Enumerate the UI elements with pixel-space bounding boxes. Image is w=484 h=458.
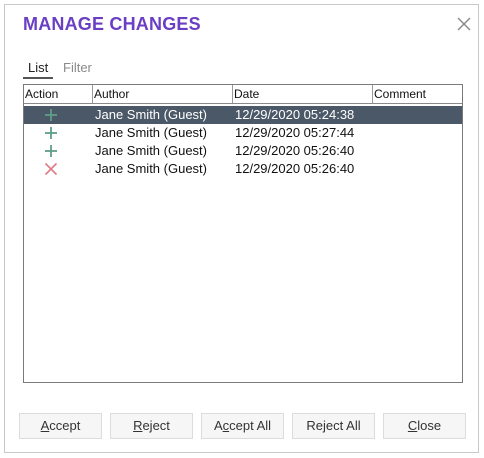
accept-all-button[interactable]: Accept All [201, 413, 284, 439]
comment-cell [375, 106, 462, 124]
table-row[interactable]: Jane Smith (Guest) 12/29/2020 05:24:38 [24, 106, 462, 124]
table-header: Action Author Date Comment [24, 85, 462, 104]
author-cell: Jane Smith (Guest) [95, 107, 207, 122]
action-cell [24, 124, 93, 142]
cross-icon [44, 162, 58, 176]
reject-button[interactable]: Reject [110, 413, 193, 439]
date-cell: 12/29/2020 05:26:40 [235, 143, 355, 158]
comment-cell [375, 160, 462, 178]
reject-all-button[interactable]: Reject All [292, 413, 375, 439]
plus-icon [44, 144, 58, 158]
reject-all-mnemonic: j [323, 418, 326, 433]
plus-icon [44, 108, 58, 122]
column-header-comment[interactable]: Comment [373, 85, 462, 103]
plus-icon [44, 126, 58, 140]
dialog-title: MANAGE CHANGES [23, 14, 201, 34]
comment-cell [375, 124, 462, 142]
date-cell: 12/29/2020 05:26:40 [235, 161, 355, 176]
author-cell: Jane Smith (Guest) [95, 143, 207, 158]
action-cell [24, 106, 93, 124]
close-mnemonic: C [407, 418, 418, 433]
column-header-author[interactable]: Author [93, 85, 233, 103]
author-cell: Jane Smith (Guest) [95, 125, 207, 140]
tab-list[interactable]: List [23, 60, 54, 79]
table-row[interactable]: Jane Smith (Guest) 12/29/2020 05:26:40 [24, 142, 462, 160]
comment-cell [375, 142, 462, 160]
table-row[interactable]: Jane Smith (Guest) 12/29/2020 05:26:40 [24, 160, 462, 178]
column-header-action[interactable]: Action [24, 85, 93, 103]
reject-mnemonic: R [133, 418, 143, 433]
manage-changes-dialog: MANAGE CHANGES List Filter Action Author… [4, 4, 479, 453]
tab-filter[interactable]: Filter [63, 60, 92, 77]
accept-all-mnemonic: c [222, 418, 230, 433]
changes-table[interactable]: Action Author Date Comment Jane Smith (G… [23, 84, 463, 383]
date-cell: 12/29/2020 05:24:38 [235, 107, 355, 122]
author-cell: Jane Smith (Guest) [95, 161, 207, 176]
table-row[interactable]: Jane Smith (Guest) 12/29/2020 05:27:44 [24, 124, 462, 142]
close-button[interactable]: Close [383, 413, 466, 439]
column-header-date[interactable]: Date [233, 85, 373, 103]
action-cell [24, 160, 93, 178]
close-icon[interactable] [456, 16, 472, 32]
accept-button[interactable]: Accept [19, 413, 102, 439]
action-cell [24, 142, 93, 160]
accept-mnemonic: A [40, 418, 50, 433]
date-cell: 12/29/2020 05:27:44 [235, 125, 355, 140]
